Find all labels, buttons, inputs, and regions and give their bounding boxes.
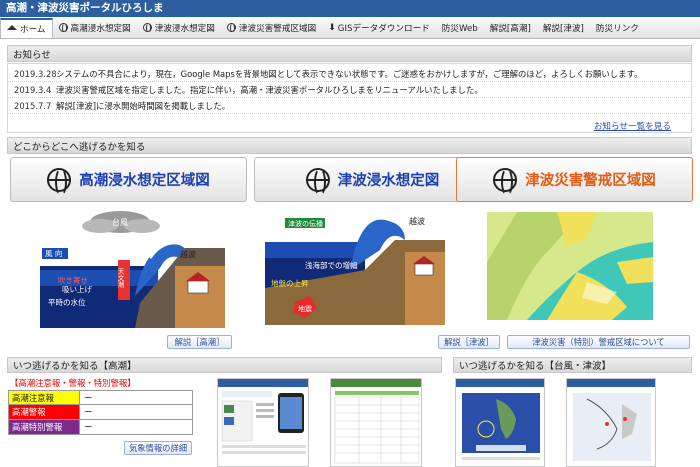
overtopping-label: 越波 xyxy=(180,249,196,259)
nav-bousai-web[interactable]: 防災Web xyxy=(436,17,484,38)
tsunami-overtopping-label: 越波 xyxy=(409,216,425,226)
tsunami-illustration: 津波の伝播 海面の上昇 浅海部での増幅 越波 地盤の上昇 地震 xyxy=(265,216,445,325)
tsunami-propagation-label: 津波の伝播 xyxy=(288,219,323,228)
globe-icon xyxy=(47,167,72,196)
notice-text: システムの不具合により，現在，Google Mapsを背景地図として表示できない… xyxy=(56,69,643,79)
when-storm-heading: いつ逃げるかを知る【高潮】 xyxy=(7,357,442,373)
nav-links[interactable]: 防災リンク xyxy=(590,17,645,38)
notice-list: 2019.3.28 システムの不具合により，現在，Google Mapsを背景地… xyxy=(7,63,692,133)
suck-label: 吸い上げ xyxy=(62,285,92,294)
nav-home[interactable]: ホーム xyxy=(0,18,53,38)
nav-explain-tsunami[interactable]: 解説[津波] xyxy=(537,17,590,38)
notice-date: 2015.7.7 xyxy=(14,101,52,111)
when-typhoon-heading: いつ逃げるかを知る【台風・津波】 xyxy=(453,357,692,373)
nav-tsunami-map[interactable]: 津波浸水想定図 xyxy=(137,17,221,38)
blow-label: 吹き寄せ xyxy=(58,275,88,285)
warning-level-label: 高潮警報 xyxy=(9,405,79,419)
warning-map-illustration xyxy=(487,212,653,320)
nav-gis-download[interactable]: ⬇ GISデータダウンロード xyxy=(322,17,436,38)
home-icon xyxy=(7,25,17,30)
download-icon: ⬇ xyxy=(328,22,336,33)
nav-warning-map[interactable]: 津波災害警戒区域図 xyxy=(221,17,322,38)
notice-item: 2015.7.7 解説[津波]に浸水開始時間図を掲載しました。 xyxy=(8,99,691,114)
warning-level-value: ー xyxy=(79,391,192,404)
notice-list-link[interactable]: お知らせ一覧を見る xyxy=(594,120,671,132)
table-row: 高潮特別警報 ー xyxy=(8,420,193,435)
astro-label: 天文潮 xyxy=(116,268,124,289)
weather-site-thumbnail[interactable] xyxy=(217,378,309,467)
warning-level-label: 高潮注意報 xyxy=(9,391,79,404)
tsunami-info-thumbnail[interactable] xyxy=(566,378,656,467)
warning-subtitle: 【高潮注意報・警報・特別警報】 xyxy=(10,378,136,388)
storm-map-card[interactable]: 高潮浸水想定区域図 xyxy=(10,157,247,202)
warning-zone-about-button[interactable]: 津波災害（特別）警戒区域について xyxy=(507,335,690,349)
tide-table-thumbnail[interactable] xyxy=(330,378,422,467)
warning-level-label: 高潮特別警報 xyxy=(9,420,79,434)
table-row: 高潮警報 ー xyxy=(8,405,193,420)
main-nav: ホーム 高潮浸水想定図 津波浸水想定図 津波災害警戒区域図 ⬇ GISデータダウ… xyxy=(0,17,700,39)
globe-icon xyxy=(305,167,330,196)
warning-level-value: ー xyxy=(79,420,192,434)
globe-icon xyxy=(226,23,236,33)
globe-icon xyxy=(493,167,518,196)
notice-text: 解説[津波]に浸水開始時間図を掲載しました。 xyxy=(56,101,231,111)
storm-surge-illustration: 台風 越波 風 向 吹き寄せ 吸い上げ 天文潮 平時の水位 xyxy=(40,211,225,328)
page-title: 高潮・津波災害ポータルひろしま xyxy=(0,0,700,17)
globe-icon xyxy=(58,23,68,33)
wind-label: 風 向 xyxy=(45,248,62,258)
earthquake-label: 地震 xyxy=(298,304,312,313)
notice-text: 津波災害警戒区域を指定しました。指定に伴い，高潮・津波災害ポータルひろしまをリニ… xyxy=(56,85,483,95)
explain-storm-button[interactable]: 解説［高潮］ xyxy=(167,335,232,349)
nav-storm-map[interactable]: 高潮浸水想定図 xyxy=(53,17,137,38)
notices-heading: お知らせ xyxy=(7,45,692,62)
warning-level-value: ー xyxy=(79,405,192,419)
globe-icon xyxy=(142,23,152,33)
crust-rise-label: 地盤の上昇 xyxy=(271,278,309,288)
storm-warning-table: 高潮注意報 ー 高潮警報 ー 高潮特別警報 ー xyxy=(8,390,193,435)
table-row: 高潮注意報 ー xyxy=(8,390,193,405)
warning-map-card[interactable]: 津波災害警戒区域図 xyxy=(456,157,693,202)
notice-item: 2019.3.4 津波災害警戒区域を指定しました。指定に伴い，高潮・津波災害ポー… xyxy=(8,83,691,98)
normal-level-label: 平時の水位 xyxy=(48,297,86,307)
where-heading: どこからどこへ逃げるかを知る xyxy=(7,137,692,154)
notice-date: 2019.3.4 xyxy=(14,85,52,95)
explain-tsunami-button[interactable]: 解説［津波］ xyxy=(438,335,500,349)
shallow-amplify-label: 浅海部での増幅 xyxy=(305,260,358,270)
sea-rise-label: 海面の上昇 xyxy=(285,232,323,242)
nav-explain-storm[interactable]: 解説[高潮] xyxy=(484,17,537,38)
weather-detail-button[interactable]: 気象情報の詳細 xyxy=(124,441,192,455)
notice-date: 2019.3.28 xyxy=(14,69,57,79)
typhoon-label: 台風 xyxy=(112,217,128,227)
notice-item: 2019.3.28 システムの不具合により，現在，Google Mapsを背景地… xyxy=(8,67,691,82)
typhoon-map-thumbnail[interactable] xyxy=(455,378,545,467)
